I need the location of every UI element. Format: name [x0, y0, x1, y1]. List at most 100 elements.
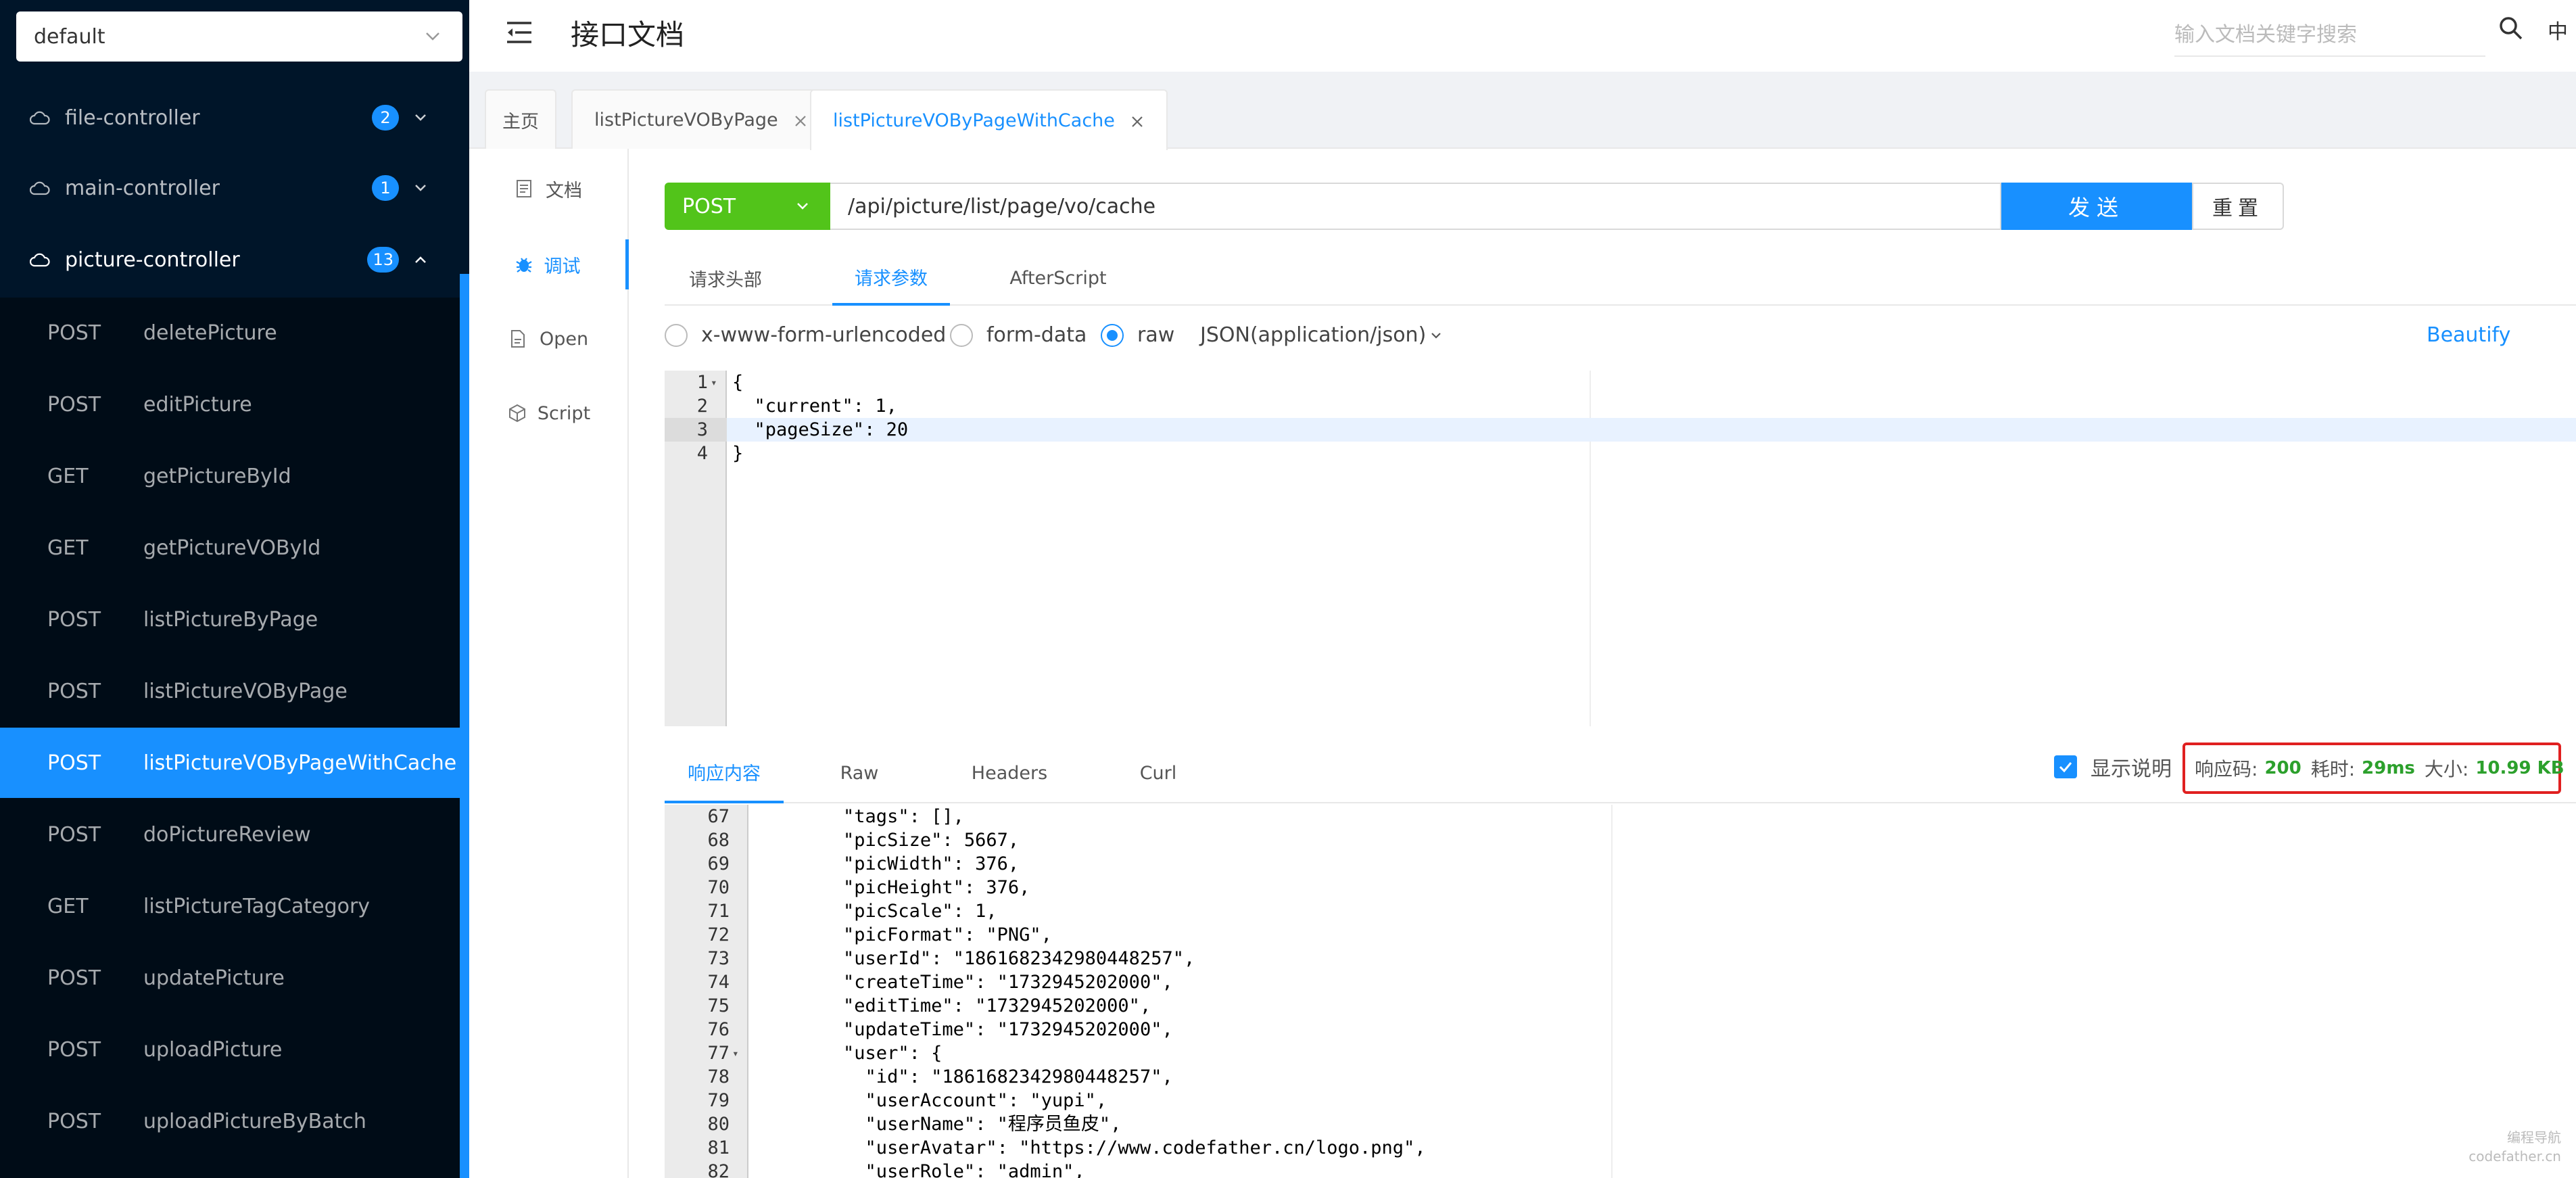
- api-item-deletePicture[interactable]: POST deletePicture: [0, 298, 460, 368]
- sidebar-scrollbar[interactable]: [460, 274, 469, 1178]
- radio-form-data[interactable]: form-data: [950, 323, 1087, 347]
- code-line: 70 "picHeight": 376,: [665, 876, 2576, 899]
- api-item-listPictureVOByPage[interactable]: POST listPictureVOByPage: [0, 656, 460, 726]
- code-line: 2 "current": 1,: [665, 394, 2576, 418]
- api-item-getPictureById[interactable]: GET getPictureById: [0, 441, 460, 511]
- beautify-link[interactable]: Beautify: [2427, 323, 2510, 347]
- group-select[interactable]: default: [16, 11, 462, 62]
- chevron-down-icon: [408, 105, 433, 130]
- api-item-editPicture[interactable]: POST editPicture: [0, 369, 460, 440]
- search-placeholder: 输入文档关键字搜索: [2174, 23, 2357, 47]
- tab-response-raw[interactable]: Raw: [830, 743, 889, 803]
- radio-circle: [950, 323, 973, 347]
- code-line: 69 "picWidth": 376,: [665, 852, 2576, 876]
- api-item-updatePicture[interactable]: POST updatePicture: [0, 943, 460, 1013]
- api-name: listPictureVOByPageWithCache: [143, 751, 457, 775]
- status-code-label: 响应码:: [2195, 758, 2258, 780]
- code-text: "current": 1,: [732, 396, 897, 417]
- api-method: POST: [47, 1109, 101, 1133]
- search-icon[interactable]: [2498, 15, 2525, 42]
- radio-raw[interactable]: raw: [1101, 323, 1174, 347]
- response-body-editor[interactable]: 67 "tags": [], 68 "picSize": 5667, 69 "pic…: [665, 805, 2576, 1178]
- content-type-select[interactable]: JSON(application/json): [1200, 323, 1444, 347]
- send-button[interactable]: 发送: [2001, 183, 2192, 230]
- api-method: POST: [47, 751, 101, 775]
- tab-response-content[interactable]: 响应内容: [665, 743, 784, 803]
- controller-file[interactable]: file-controller 2: [0, 83, 469, 153]
- code-text: "updateTime": "1732945202000",: [755, 1019, 1173, 1040]
- line-number: 81: [707, 1137, 730, 1158]
- chevron-down-icon: [408, 176, 433, 200]
- watermark-line: codefather.cn: [2468, 1148, 2561, 1164]
- tab-response-headers[interactable]: Headers: [962, 743, 1057, 803]
- close-icon[interactable]: [1130, 113, 1145, 128]
- api-item-uploadPicture[interactable]: POST uploadPicture: [0, 1014, 460, 1085]
- api-item-listPictureVOByPageWithCache[interactable]: POST listPictureVOByPageWithCache: [0, 728, 460, 798]
- tab-home[interactable]: 主页: [485, 89, 556, 149]
- menu-debug[interactable]: 调试: [469, 239, 629, 289]
- chevron-down-icon: [421, 24, 445, 49]
- tab-listPictureVOByPage[interactable]: listPictureVOByPage: [571, 89, 831, 149]
- api-method: POST: [47, 1037, 101, 1062]
- code-line: 82 "userRole": "admin",: [665, 1160, 2576, 1178]
- code-line: 67 "tags": [],: [665, 805, 2576, 828]
- code-line: 81 "userAvatar": "https://www.codefather…: [665, 1136, 2576, 1160]
- api-item-listPictureTagCategory[interactable]: GET listPictureTagCategory: [0, 871, 460, 941]
- fold-arrow-icon[interactable]: ▾: [711, 371, 717, 394]
- menu-fold-icon[interactable]: [504, 18, 534, 47]
- api-name: getPictureById: [143, 464, 291, 488]
- search-input[interactable]: 输入文档关键字搜索: [2174, 9, 2485, 57]
- code-text: "userAvatar": "https://www.codefather.cn…: [755, 1137, 1426, 1158]
- url-value: /api/picture/list/page/vo/cache: [848, 194, 1156, 218]
- code-text: }: [732, 443, 744, 464]
- line-number: 78: [707, 1066, 730, 1087]
- method-select[interactable]: POST: [665, 183, 830, 230]
- checkmark-icon: [2054, 755, 2077, 778]
- sidebar: default file-controller 2 main-controlle…: [0, 0, 469, 1178]
- tab-label: 主页: [502, 111, 539, 133]
- controller-main[interactable]: main-controller 1: [0, 153, 469, 223]
- document-icon: [516, 179, 535, 198]
- api-method: GET: [47, 464, 89, 488]
- radio-urlencoded[interactable]: x-www-form-urlencoded: [665, 323, 946, 347]
- api-name: listPictureByPage: [143, 607, 318, 632]
- line-number: 80: [707, 1114, 730, 1135]
- show-description-checkbox[interactable]: 显示说明: [2054, 752, 2172, 782]
- code-text: {: [732, 372, 744, 393]
- language-switch[interactable]: 中: [2548, 15, 2568, 45]
- fold-arrow-icon[interactable]: ▾: [732, 1041, 739, 1065]
- close-icon[interactable]: [793, 112, 808, 127]
- menu-label: 调试: [544, 256, 581, 277]
- tab-request-headers[interactable]: 请求头部: [665, 250, 786, 306]
- reset-button[interactable]: 重置: [2192, 183, 2284, 230]
- api-item-uploadPictureByBatch[interactable]: POST uploadPictureByBatch: [0, 1086, 460, 1156]
- menu-open[interactable]: Open: [469, 314, 629, 364]
- line-number: 75: [707, 995, 730, 1016]
- controller-picture[interactable]: picture-controller 13: [0, 225, 469, 295]
- radio-circle: [665, 323, 688, 347]
- chevron-down-icon: [792, 196, 813, 216]
- api-item-listPictureByPage[interactable]: POST listPictureByPage: [0, 584, 460, 655]
- tab-request-params[interactable]: 请求参数: [832, 250, 950, 306]
- api-method: GET: [47, 894, 89, 918]
- menu-script[interactable]: Script: [469, 388, 629, 438]
- page-title: 接口文档: [571, 18, 685, 51]
- menu-doc[interactable]: 文档: [469, 164, 629, 214]
- tab-response-curl[interactable]: Curl: [1131, 743, 1185, 803]
- tab-after-script[interactable]: AfterScript: [996, 250, 1120, 306]
- menu-label: 文档: [546, 180, 582, 202]
- request-body-editor[interactable]: 1 ▾ { 2 "current": 1, 3 "pageSize": 20 4…: [665, 371, 2576, 726]
- api-submenu: POST deletePicture POST editPicture GET get…: [0, 298, 460, 1178]
- api-name: deletePicture: [143, 321, 277, 345]
- api-name: getPictureVOById: [143, 536, 321, 560]
- api-method: POST: [47, 607, 101, 632]
- line-number: 73: [707, 948, 730, 969]
- menu-label: Open: [539, 328, 589, 350]
- radio-label: raw: [1137, 323, 1175, 347]
- radio-circle-checked: [1101, 323, 1124, 347]
- url-input[interactable]: /api/picture/list/page/vo/cache: [830, 183, 2001, 230]
- tab-label: listPictureVOByPageWithCache: [833, 110, 1115, 131]
- tab-listPictureVOByPageWithCache[interactable]: listPictureVOByPageWithCache: [810, 89, 1168, 150]
- api-item-doPictureReview[interactable]: POST doPictureReview: [0, 799, 460, 870]
- api-item-getPictureVOById[interactable]: GET getPictureVOById: [0, 513, 460, 583]
